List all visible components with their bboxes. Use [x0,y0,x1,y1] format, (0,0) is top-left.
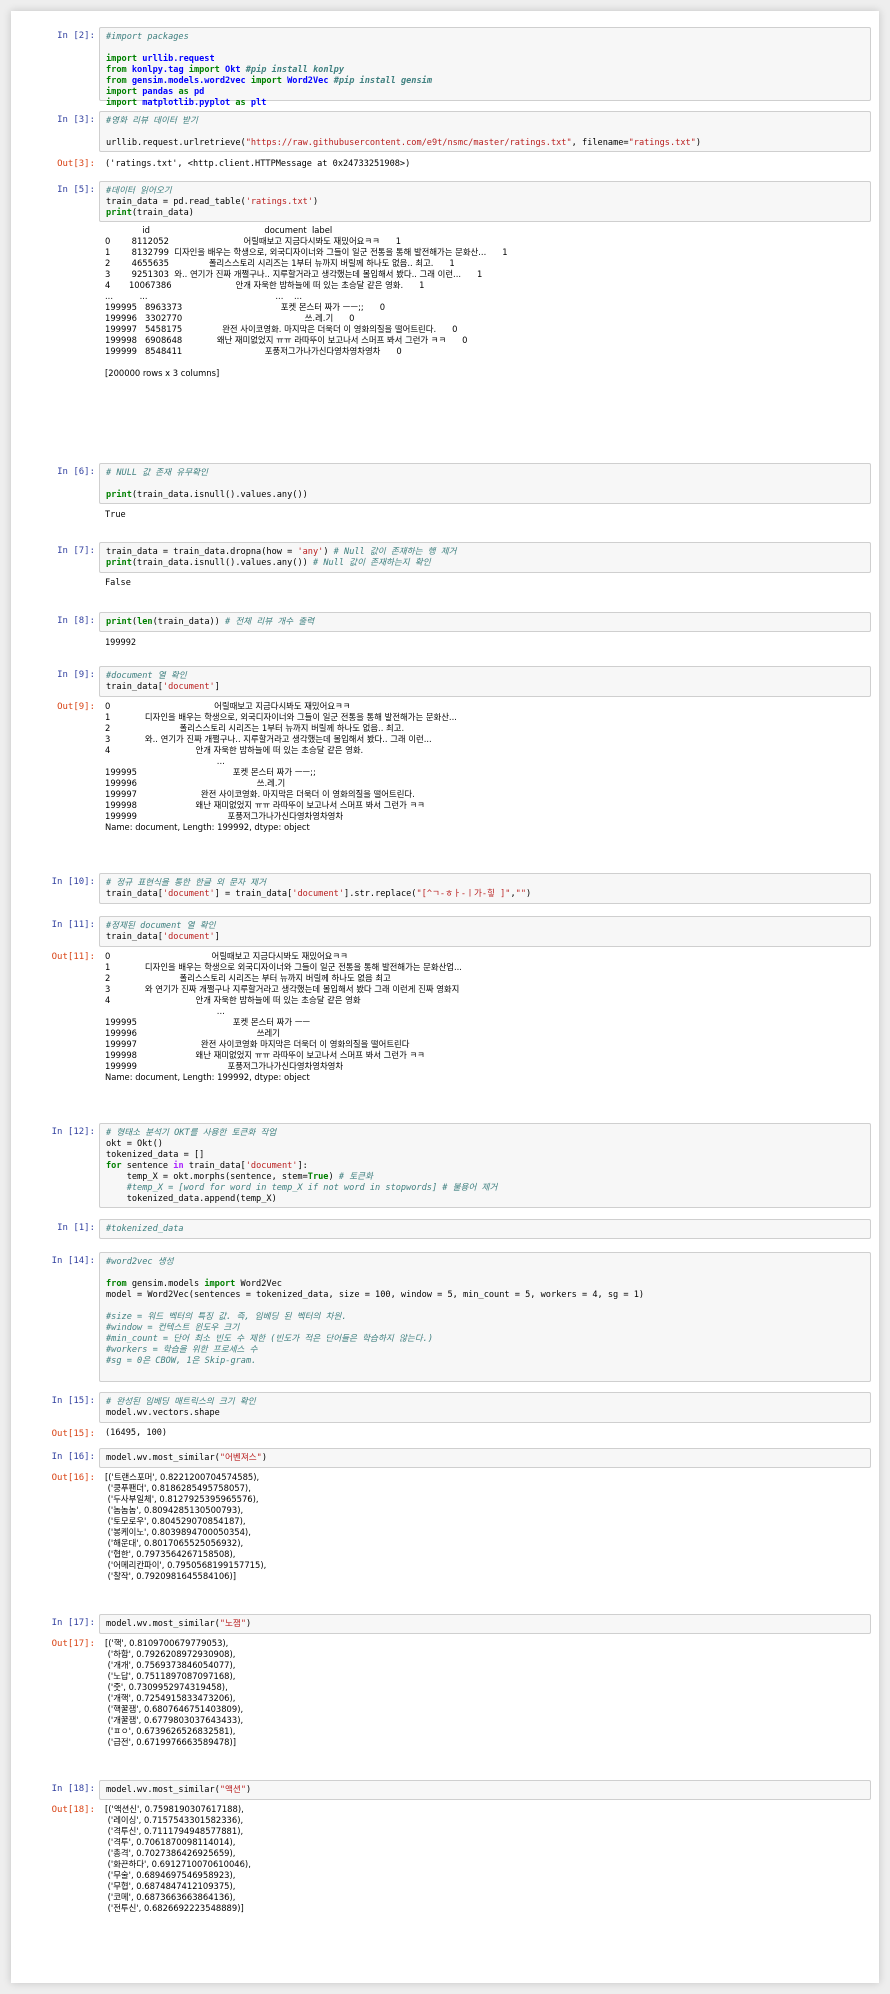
code-input[interactable]: # 형태소 분석기 OKT를 사용한 토큰화 작업 okt = Okt() toke… [99,1123,871,1208]
cell-output: 0 어릴때보고 지금다시봐도 재밌어요ㅋㅋ 1 디자인을 배우는 학생으로 외국디… [105,951,462,1082]
cell-output: 199992 [105,638,137,648]
code-source: train_data = train_data.dropna(how = 'an… [106,547,457,568]
input-prompt: In [7]: [57,546,95,556]
input-prompt: In [16]: [51,1452,95,1462]
code-source: #import packages import urllib.request fro… [106,32,432,108]
input-prompt: In [18]: [51,1784,95,1794]
input-prompt: In [10]: [51,877,95,887]
code-source: #정제된 document 열 확인 train_data['document'] [106,921,220,942]
code-source: # 형태소 분석기 OKT를 사용한 토큰화 작업 okt = Okt() toke… [106,1128,498,1204]
input-prompt: In [17]: [51,1618,95,1628]
code-source: # 정규 표현식을 통한 한글 외 문자 제거 train_data['docum… [106,878,532,899]
code-input[interactable]: # 완성된 임베딩 매트릭스의 크기 확인 model.wv.vectors.sh… [99,1392,871,1423]
input-prompt: In [14]: [51,1256,95,1266]
code-source: #document 열 확인 train_data['document'] [106,671,220,692]
input-prompt: In [8]: [57,616,95,626]
code-input[interactable]: #word2vec 생성 from gensim.models import Wo… [99,1252,871,1382]
cell-output: ('ratings.txt', <http.client.HTTPMessage… [105,159,411,169]
cell-output: (16495, 100) [105,1428,168,1438]
output-prompt: Out[3]: [57,159,95,169]
code-input[interactable]: print(len(train_data)) # 전체 리뷰 개수 출력 [99,612,871,632]
code-source: #영화 리뷰 데이터 받기 urllib.request.urlretrieve(… [106,116,702,148]
input-prompt: In [2]: [57,31,95,41]
code-input[interactable]: #import packages import urllib.request fro… [99,27,871,108]
code-input[interactable]: #document 열 확인 train_data['document'] [99,666,871,697]
code-input[interactable]: # 정규 표현식을 통한 한글 외 문자 제거 train_data['docum… [99,873,871,904]
input-prompt: In [6]: [57,467,95,477]
code-source: #word2vec 생성 from gensim.models import Wo… [106,1257,645,1366]
code-source: model.wv.most_similar("액션") [106,1785,252,1795]
code-input[interactable]: #tokenized_data [99,1219,871,1239]
code-input[interactable]: #정제된 document 열 확인 train_data['document'] [99,916,871,947]
cell-output: 0 어릴때보고 지금다시봐도 재밌어요ㅋㅋ 1 디자인을 배우는 학생으로, 외국… [105,701,457,832]
output-prompt: Out[11]: [51,952,95,962]
output-prompt: Out[16]: [51,1473,95,1483]
output-prompt: Out[15]: [51,1429,95,1439]
cell-output: [('핵', 0.8109700679779053), ('하함', 0.792… [105,1638,244,1747]
code-source: # NULL 값 존재 유무확인 print(train_data.isnull(… [106,468,308,500]
input-prompt: In [12]: [51,1127,95,1137]
code-source: #데이터 읽어오기 train_data = pd.read_table('rat… [106,186,319,218]
output-prompt: Out[17]: [51,1639,95,1649]
code-input[interactable]: model.wv.most_similar("액션") [99,1780,871,1800]
code-input[interactable]: model.wv.most_similar("노잼") [99,1614,871,1634]
input-prompt: In [15]: [51,1396,95,1406]
input-prompt: In [9]: [57,670,95,680]
code-source: # 완성된 임베딩 매트릭스의 크기 확인 model.wv.vectors.sh… [106,1397,256,1418]
output-prompt: Out[9]: [57,702,95,712]
code-input[interactable]: model.wv.most_similar("어벤져스") [99,1448,871,1468]
cell-output: True [105,510,126,520]
output-prompt: Out[18]: [51,1805,95,1815]
code-input[interactable]: #영화 리뷰 데이터 받기 urllib.request.urlretrieve(… [99,111,871,152]
cell-output: id document label 0 8112052 어릴때보고 지금다시봐도 … [105,225,508,378]
cell-output: [('액션신', 0.7598190307617188), ('레이싱', 0.… [105,1804,251,1913]
input-prompt: In [1]: [57,1223,95,1233]
code-source: model.wv.most_similar("어벤져스") [106,1453,267,1463]
code-source: model.wv.most_similar("노잼") [106,1619,252,1629]
code-source: print(len(train_data)) # 전체 리뷰 개수 출력 [106,617,315,627]
code-input[interactable]: #데이터 읽어오기 train_data = pd.read_table('rat… [99,181,871,222]
cell-output: [('트랜스포머', 0.8221200704574585), ('쿵푸팬더',… [105,1472,267,1581]
code-input[interactable]: train_data = train_data.dropna(how = 'an… [99,542,871,573]
code-source: #tokenized_data [106,1224,184,1234]
code-input[interactable]: # NULL 값 존재 유무확인 print(train_data.isnull(… [99,463,871,504]
input-prompt: In [11]: [51,920,95,930]
input-prompt: In [3]: [57,115,95,125]
cell-output: False [105,578,131,588]
input-prompt: In [5]: [57,185,95,195]
notebook-page: In [2]: #import packages import urllib.re… [11,11,879,1983]
